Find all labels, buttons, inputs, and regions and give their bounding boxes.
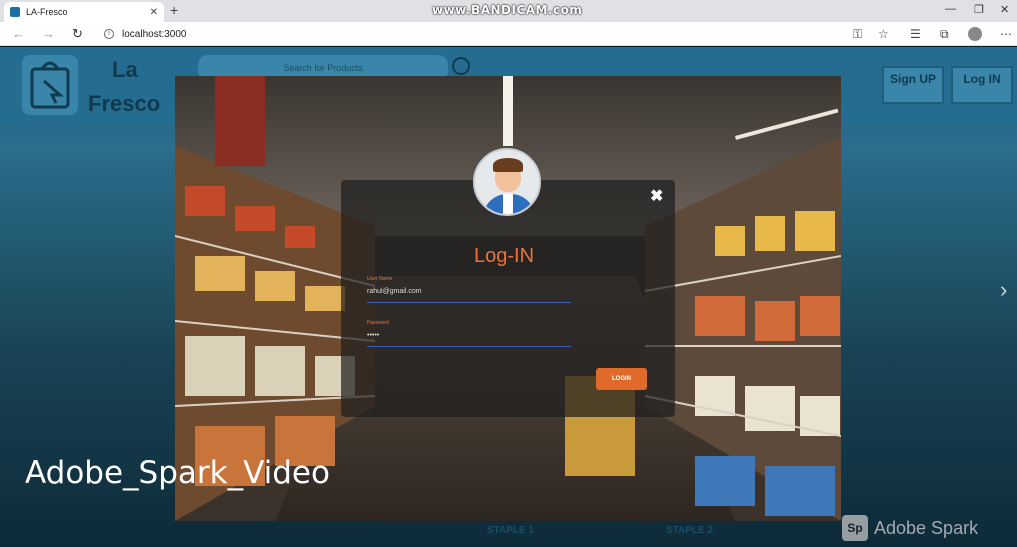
favorite-star-icon[interactable]: ☆ — [878, 27, 889, 41]
user-avatar-icon — [473, 148, 541, 216]
refresh-button[interactable]: ↻ — [72, 26, 83, 42]
browser-tab-bar: LA-Fresco ✕ + www.BANDICAM.com — ❐ ✕ — [0, 0, 1017, 22]
search-placeholder: Search for Products — [283, 63, 363, 73]
password-label: Password — [367, 320, 389, 326]
site-info-icon[interactable]: i — [104, 29, 114, 39]
browser-tab[interactable]: LA-Fresco ✕ — [4, 2, 164, 22]
logo-line-2: Fresco — [88, 91, 161, 116]
collections-icon[interactable]: ⧉ — [940, 27, 949, 42]
username-label: User Name — [367, 276, 393, 282]
adobe-spark-name: Adobe Spark — [874, 517, 979, 538]
login-submit-button[interactable]: LOGIN — [596, 368, 647, 390]
new-tab-button[interactable]: + — [170, 2, 178, 18]
logo-line-1: La — [112, 57, 138, 82]
video-caption: Adobe_Spark_Video — [25, 455, 330, 491]
password-input[interactable]: ••••• — [367, 332, 379, 339]
adobe-spark-watermark: Sp Adobe Spark — [842, 513, 992, 543]
close-window-button[interactable]: ✕ — [1000, 3, 1009, 16]
favorites-list-icon[interactable]: ☰ — [910, 27, 921, 41]
url-field[interactable]: i localhost:3000 — [100, 25, 900, 43]
shopping-bag-logo-icon[interactable] — [22, 55, 78, 115]
profile-avatar-icon[interactable] — [968, 27, 982, 41]
staple-2-label[interactable]: STAPLE 2 — [666, 525, 713, 536]
close-icon[interactable]: ✖ — [650, 186, 663, 206]
url-text: localhost:3000 — [122, 28, 187, 40]
site-favicon-icon — [10, 7, 20, 17]
back-button[interactable]: ← — [12, 26, 25, 41]
login-header-button[interactable]: Log IN — [951, 66, 1013, 104]
modal-title: Log-IN — [474, 245, 535, 267]
tab-close-icon[interactable]: ✕ — [150, 7, 158, 18]
address-bar: ← → ↻ i localhost:3000 ⚿ ☆ ☰ ⧉ ⋯ — [0, 22, 1017, 46]
staple-1-label[interactable]: STAPLE 1 — [487, 525, 534, 536]
more-menu-icon[interactable]: ⋯ — [1000, 27, 1012, 41]
key-icon[interactable]: ⚿ — [853, 27, 862, 42]
tab-title: LA-Fresco — [26, 7, 68, 17]
minimize-button[interactable]: — — [945, 3, 956, 15]
signup-button[interactable]: Sign UP — [882, 66, 944, 104]
search-icon[interactable] — [452, 57, 470, 75]
username-underline — [367, 302, 571, 303]
carousel-next-icon[interactable]: › — [1000, 277, 1007, 303]
password-underline — [367, 346, 571, 347]
recording-watermark: www.BANDICAM.com — [432, 3, 583, 17]
maximize-button[interactable]: ❐ — [974, 3, 984, 16]
adobe-spark-logo-icon: Sp — [842, 515, 868, 541]
username-input[interactable]: rahul@gmail.com — [367, 288, 422, 295]
forward-button[interactable]: → — [42, 26, 55, 41]
